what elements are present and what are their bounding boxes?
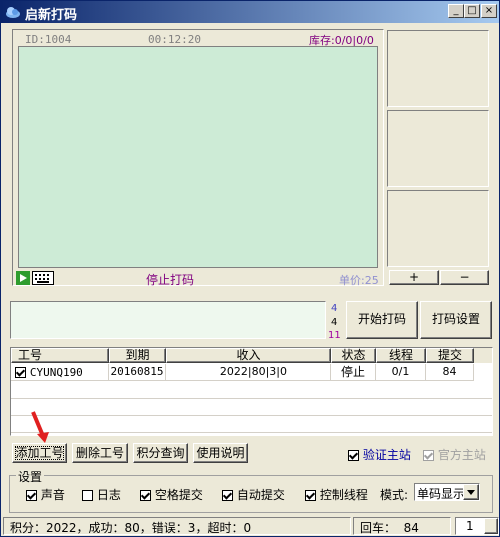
cell-status: 停止 (331, 364, 376, 381)
sound-option[interactable]: 声音 (26, 486, 65, 503)
counter-2: 4 (331, 317, 338, 328)
cell-submit: 84 (426, 364, 474, 381)
row-checkbox[interactable] (15, 367, 26, 378)
mode-dropdown-button[interactable] (463, 484, 479, 500)
chevron-down-icon (467, 490, 475, 495)
control-threads-option[interactable]: 控制线程 (305, 486, 368, 503)
mode-label: 模式: (380, 488, 409, 502)
verify-site-checkbox[interactable] (348, 450, 359, 461)
status-enter: 回车： 84 (353, 517, 451, 535)
col-income[interactable]: 收入 (166, 348, 331, 363)
log-checkbox[interactable] (82, 490, 93, 501)
table-header: 工号 到期 收入 状态 线程 提交 (11, 348, 492, 363)
plus-button[interactable]: + (389, 270, 439, 285)
maximize-button[interactable]: □ (464, 4, 480, 18)
close-button[interactable]: × (481, 4, 497, 18)
points-query-button[interactable]: 积分查询 (133, 443, 188, 463)
verify-site-option[interactable]: 验证主站 (348, 446, 411, 463)
log-option[interactable]: 日志 (82, 486, 121, 503)
delete-account-button[interactable]: 删除工号 (72, 443, 128, 463)
table-row[interactable] (11, 398, 492, 416)
minimize-button[interactable]: _ (448, 4, 464, 18)
mode-select[interactable]: 单码显示 (414, 483, 480, 501)
cloud-logo-icon (6, 7, 20, 18)
table-row[interactable] (11, 415, 492, 433)
settings-button[interactable]: 打码设置 (420, 301, 492, 339)
col-account[interactable]: 工号 (11, 348, 109, 363)
add-account-button[interactable]: 添加工号 (12, 443, 67, 463)
play-icon[interactable] (16, 271, 30, 285)
captcha-timer: 00:12:20 (148, 33, 201, 46)
captcha-status: 停止打码 (146, 273, 195, 287)
cell-income: 2022|80|3|0 (166, 364, 331, 381)
minus-button[interactable]: − (440, 270, 489, 285)
sound-checkbox[interactable] (26, 490, 37, 501)
captcha-input[interactable] (10, 301, 326, 339)
start-button[interactable]: 开始打码 (346, 301, 418, 339)
space-submit-checkbox[interactable] (140, 490, 151, 501)
counter-1: 4 (331, 303, 338, 314)
captcha-panel: ID:1004 00:12:20 库存:0/0|0/0 停止打码 单价:25 (12, 29, 384, 287)
captcha-price: 单价:25 (339, 274, 379, 287)
account-table: 工号 到期 收入 状态 线程 提交 CYUNQ190 20160815 2022… (10, 347, 493, 436)
red-arrow-icon (31, 411, 49, 443)
counter-3: 11 (328, 330, 341, 341)
col-threads[interactable]: 线程 (376, 348, 426, 363)
settings-legend: 设置 (16, 468, 45, 485)
cell-threads: 0/1 (376, 364, 426, 381)
col-status[interactable]: 状态 (331, 348, 376, 363)
page-spinner[interactable]: 1 (455, 517, 499, 535)
auto-submit-checkbox[interactable] (222, 490, 233, 501)
window-title: 启新打码 (25, 8, 78, 23)
thumbnail-3[interactable] (387, 190, 489, 267)
official-site-checkbox (423, 450, 434, 461)
app-window: 启新打码 _ □ × ID:1004 00:12:20 库存:0/0|0/0 停… (0, 0, 500, 537)
thumbnail-2[interactable] (387, 110, 489, 187)
space-submit-option[interactable]: 空格提交 (140, 486, 203, 503)
cell-expire: 20160815 (109, 364, 166, 381)
control-threads-checkbox[interactable] (305, 490, 316, 501)
help-button[interactable]: 使用说明 (193, 443, 248, 463)
captcha-id: ID:1004 (25, 33, 72, 46)
cell-account: CYUNQ190 (11, 364, 109, 381)
spinner-buttons[interactable] (484, 518, 498, 534)
table-row[interactable] (11, 381, 492, 399)
title-bar: 启新打码 _ □ × (1, 1, 499, 23)
thumbnail-1[interactable] (387, 30, 489, 107)
auto-submit-option[interactable]: 自动提交 (222, 486, 285, 503)
keyboard-icon[interactable] (32, 271, 54, 285)
col-expire[interactable]: 到期 (109, 348, 166, 363)
settings-group: 设置 声音 日志 空格提交 自动提交 控制线程 模式: 单码显示 (9, 468, 493, 513)
col-submit[interactable]: 提交 (426, 348, 474, 363)
captcha-image-area[interactable] (18, 46, 378, 268)
status-summary: 积分：2022，成功：80，错误：3，超时：0 (3, 517, 351, 535)
official-site-option: 官方主站 (423, 446, 486, 463)
table-row[interactable]: CYUNQ190 20160815 2022|80|3|0 停止 0/1 84 (11, 364, 492, 381)
